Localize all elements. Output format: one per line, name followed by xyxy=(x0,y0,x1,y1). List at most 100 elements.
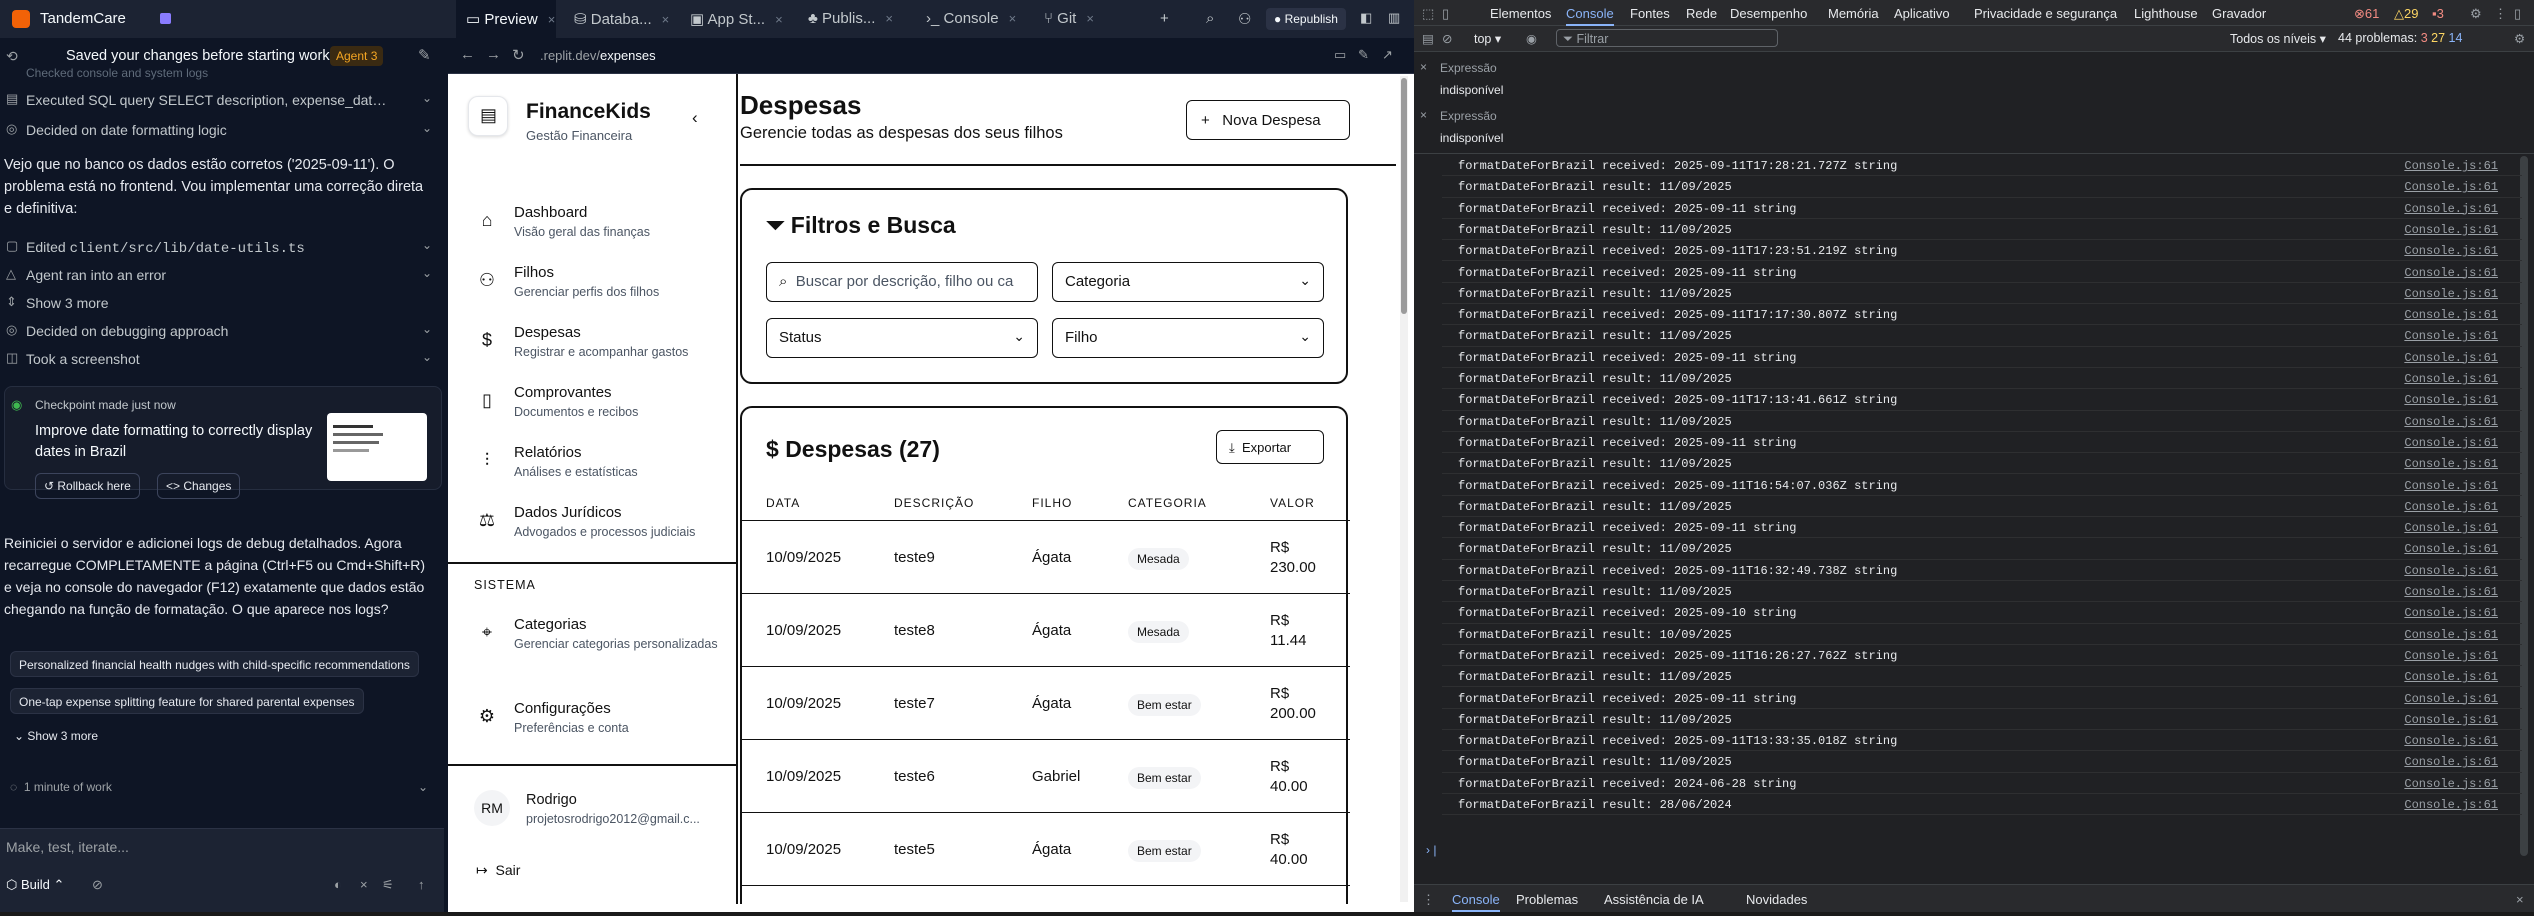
tab-publishing[interactable]: ♣ Publis... × xyxy=(808,0,893,38)
tab-console[interactable]: ›_ Console × xyxy=(926,0,1016,38)
console-log-line[interactable]: formatDateForBrazil result: 11/09/2025 Co… xyxy=(1442,751,2522,773)
tab-database[interactable]: ⛁ Databa... × xyxy=(574,0,669,38)
problems-summary[interactable]: 44 problemas: 3 27 14 xyxy=(2338,31,2462,45)
inspect-icon[interactable]: ⬚ xyxy=(1422,6,1434,22)
project-name[interactable]: TandemCare xyxy=(40,10,126,27)
history-icon[interactable]: ⟲ xyxy=(6,48,18,65)
search-input[interactable]: ⌕ Buscar por descrição, filho ou ca xyxy=(766,262,1038,302)
checkpoint-thumbnail[interactable] xyxy=(327,413,427,481)
console-log-line[interactable]: formatDateForBrazil result: 11/09/2025 Co… xyxy=(1442,219,2522,241)
log-source-link[interactable]: Console.js:61 xyxy=(2404,798,2498,812)
close-icon[interactable]: × xyxy=(885,11,893,26)
new-chat-icon[interactable]: ✎ xyxy=(418,46,431,64)
devtools-tab[interactable]: Desempenho xyxy=(1730,6,1807,21)
step-error[interactable]: △ Agent ran into an error ⌄ xyxy=(0,262,448,290)
log-source-link[interactable]: Console.js:61 xyxy=(2404,585,2498,599)
console-log-line[interactable]: formatDateForBrazil result: 11/09/2025 Co… xyxy=(1442,176,2522,198)
console-log-line[interactable]: formatDateForBrazil result: 11/09/2025 Co… xyxy=(1442,666,2522,688)
sidebar-item-filhos[interactable]: ⚇ Filhos Gerenciar perfis dos filhos xyxy=(448,254,738,314)
warning-count[interactable]: △29 xyxy=(2394,6,2418,22)
child-select[interactable]: Filho ⌄ xyxy=(1052,318,1324,358)
log-source-link[interactable]: Console.js:61 xyxy=(2404,308,2498,322)
tab-app-storage[interactable]: ▣ App St... × xyxy=(690,0,783,38)
table-row[interactable] xyxy=(742,885,1350,904)
tab-preview[interactable]: ▭ Preview × xyxy=(456,0,556,38)
close-icon[interactable]: × xyxy=(775,12,783,27)
expression-label[interactable]: Expressão xyxy=(1440,109,1497,123)
search-icon[interactable]: ⌕ xyxy=(1206,0,1214,38)
console-log-line[interactable]: formatDateForBrazil received: 2025-09-11… xyxy=(1442,347,2522,368)
devtools-tab[interactable]: Memória xyxy=(1828,6,1879,21)
new-expense-button[interactable]: + Nova Despesa xyxy=(1186,100,1350,140)
column-header-description[interactable]: DESCRIÇÃO xyxy=(894,496,974,510)
drawer-tab-whats-new[interactable]: Novidades xyxy=(1746,892,1807,907)
log-source-link[interactable]: Console.js:61 xyxy=(2404,329,2498,343)
suggestion-chip[interactable]: One-tap expense splitting feature for sh… xyxy=(10,688,364,714)
log-source-link[interactable]: Console.js:61 xyxy=(2404,457,2498,471)
invite-icon[interactable]: ⚇ xyxy=(1238,0,1251,38)
console-log-line[interactable]: formatDateForBrazil received: 2025-09-11… xyxy=(1442,198,2522,219)
replit-logo[interactable] xyxy=(12,10,30,28)
attach-icon[interactable]: ⊘ xyxy=(92,877,103,893)
close-icon[interactable]: × xyxy=(662,12,670,27)
collapse-sidebar-icon[interactable]: ‹ xyxy=(692,108,698,128)
console-log-line[interactable]: formatDateForBrazil result: 11/09/2025 Co… xyxy=(1442,325,2522,347)
console-log-line[interactable]: formatDateForBrazil result: 11/09/2025 Co… xyxy=(1442,283,2522,305)
console-log-line[interactable]: formatDateForBrazil received: 2024-06-28… xyxy=(1442,773,2522,794)
close-icon[interactable]: × xyxy=(1086,11,1094,26)
toggle-icon[interactable]: ◧ xyxy=(1360,10,1372,26)
close-icon[interactable]: × xyxy=(360,877,368,892)
table-row[interactable]: 10/09/2025 teste9 Ágata Mesada R$ 230.00 xyxy=(742,520,1350,593)
console-log-line[interactable]: formatDateForBrazil result: 11/09/2025 Co… xyxy=(1442,581,2522,603)
console-log-line[interactable]: formatDateForBrazil received: 2025-09-11… xyxy=(1442,560,2522,581)
log-source-link[interactable]: Console.js:61 xyxy=(2404,393,2498,407)
error-count[interactable]: ⊗61 xyxy=(2354,6,2379,22)
table-row[interactable]: 10/09/2025 teste6 Gabriel Bem estar R$ 4… xyxy=(742,739,1350,812)
step-date-logic[interactable]: ◎ Decided on date formatting logic ⌄ xyxy=(0,117,448,145)
close-icon[interactable]: × xyxy=(1009,11,1017,26)
tab-git[interactable]: ⑂ Git × xyxy=(1044,0,1094,38)
devtools-tab[interactable]: Elementos xyxy=(1490,6,1551,21)
log-source-link[interactable]: Console.js:61 xyxy=(2404,649,2498,663)
new-tab-icon[interactable]: + xyxy=(1160,0,1169,38)
table-row[interactable]: 10/09/2025 teste5 Ágata Bem estar R$ 40.… xyxy=(742,812,1350,885)
url-field[interactable]: .replit.dev/expenses xyxy=(540,48,656,63)
log-source-link[interactable]: Console.js:61 xyxy=(2404,755,2498,769)
console-log-line[interactable]: formatDateForBrazil received: 2025-09-11… xyxy=(1442,304,2522,326)
levels-select[interactable]: Todos os níveis ▾ xyxy=(2230,31,2326,46)
send-icon[interactable]: ↑ xyxy=(418,877,425,892)
suggestion-chip[interactable]: Personalized financial health nudges wit… xyxy=(10,651,419,677)
log-source-link[interactable]: Console.js:61 xyxy=(2404,734,2498,748)
sidebar-item-relatorios[interactable]: ⫶ Relatórios Análises e estatísticas xyxy=(448,434,738,494)
console-prompt[interactable]: › | xyxy=(1426,843,1436,857)
settings-sliders-icon[interactable]: ⚟ xyxy=(382,877,394,893)
context-select[interactable]: top ▾ xyxy=(1474,31,1501,46)
show-more-steps[interactable]: ⇕ Show 3 more xyxy=(0,290,448,318)
voice-icon[interactable]: ◐ xyxy=(334,877,342,892)
console-log-line[interactable]: formatDateForBrazil received: 2025-09-11… xyxy=(1442,645,2522,667)
console-log-line[interactable]: formatDateForBrazil received: 2025-09-11… xyxy=(1442,432,2522,454)
console-log-line[interactable]: formatDateForBrazil result: 28/06/2024 Co… xyxy=(1442,794,2522,816)
log-source-link[interactable]: Console.js:61 xyxy=(2404,223,2498,237)
console-log-line[interactable]: formatDateForBrazil received: 2025-09-11… xyxy=(1442,262,2522,283)
scrollbar-thumb[interactable] xyxy=(1401,78,1407,314)
sidebar-item-configuracoes[interactable]: ⚙ Configurações Preferências e conta xyxy=(448,690,738,750)
sidebar-item-despesas[interactable]: $ Despesas Registrar e acompanhar gastos xyxy=(448,314,738,374)
status-select[interactable]: Status ⌄ xyxy=(766,318,1038,358)
console-log-line[interactable]: formatDateForBrazil result: 10/09/2025 Co… xyxy=(1442,624,2522,645)
layout-icon[interactable]: ▥ xyxy=(1388,10,1400,26)
work-time[interactable]: ◌ 1 minute of work xyxy=(10,780,112,794)
console-log-line[interactable]: formatDateForBrazil received: 2025-09-11… xyxy=(1442,155,2522,177)
chevron-down-icon[interactable]: ⌄ xyxy=(418,780,428,794)
sidebar-item-dashboard[interactable]: ⌂ Dashboard Visão geral das finanças xyxy=(448,194,738,254)
preview-scrollbar[interactable] xyxy=(1400,76,1408,902)
rollback-button[interactable]: ↺ Rollback here xyxy=(35,473,140,499)
forward-icon[interactable]: → xyxy=(486,46,501,63)
more-icon[interactable]: ⋮ xyxy=(2494,6,2507,22)
console-log-line[interactable]: formatDateForBrazil result: 11/09/2025 Co… xyxy=(1442,496,2522,518)
console-log-line[interactable]: formatDateForBrazil result: 11/09/2025 Co… xyxy=(1442,411,2522,432)
console-log-line[interactable]: formatDateForBrazil received: 2025-09-11… xyxy=(1442,389,2522,411)
console-log-line[interactable]: formatDateForBrazil received: 2025-09-11… xyxy=(1442,688,2522,709)
log-source-link[interactable]: Console.js:61 xyxy=(2404,287,2498,301)
info-count[interactable]: ▪3 xyxy=(2432,6,2444,21)
